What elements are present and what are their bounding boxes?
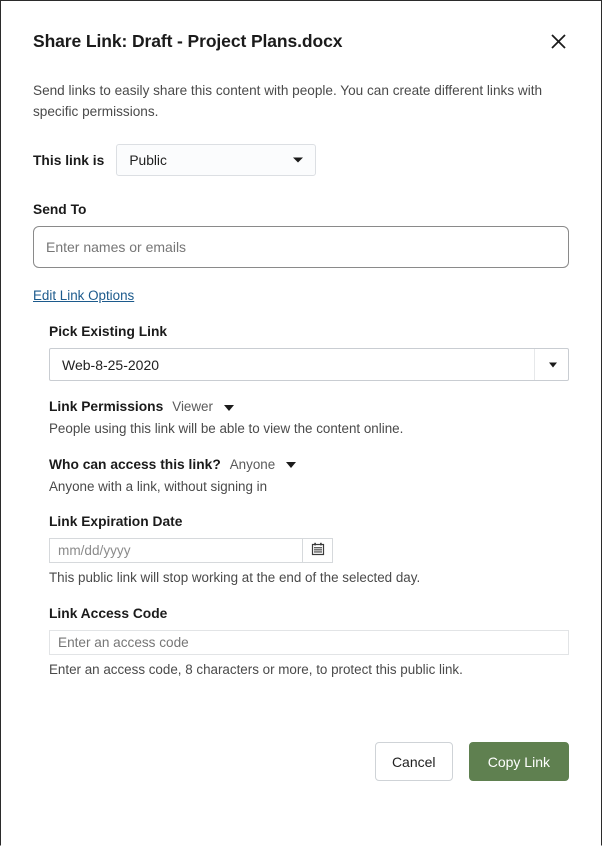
link-access-group: Who can access this link? Anyone Anyone … [49,457,569,496]
chevron-down-icon [224,405,234,411]
edit-link-options-link[interactable]: Edit Link Options [33,288,134,303]
send-to-input[interactable] [33,226,569,268]
close-button[interactable] [545,28,571,54]
link-permissions-row: Link Permissions Viewer [49,399,569,414]
dialog-header: Share Link: Draft - Project Plans.docx [33,1,569,54]
chevron-down-icon [549,362,557,367]
link-access-description: Anyone with a link, without signing in [49,477,569,496]
cancel-button[interactable]: Cancel [375,742,453,781]
link-permissions-value[interactable]: Viewer [172,399,213,414]
chevron-down-icon [293,158,303,163]
calendar-icon [311,542,325,559]
link-visibility-row: This link is Public [33,144,569,176]
link-visibility-select[interactable]: Public [116,144,316,176]
link-access-value[interactable]: Anyone [230,457,275,472]
link-permissions-group: Link Permissions Viewer People using thi… [49,399,569,438]
link-access-code-input[interactable] [49,630,569,655]
link-access-code-label: Link Access Code [49,606,569,621]
link-permissions-description: People using this link will be able to v… [49,419,569,438]
link-access-code-description: Enter an access code, 8 characters or mo… [49,660,569,679]
link-access-row: Who can access this link? Anyone [49,457,569,472]
link-expiration-label: Link Expiration Date [49,514,569,529]
link-access-dropdown-toggle[interactable] [286,458,298,470]
link-expiration-group: Link Expiration Date [49,514,569,587]
link-options-panel: Pick Existing Link Web-8-25-2020 Link Pe… [49,324,569,679]
dialog-description: Send links to easily share this content … [33,81,569,122]
link-permissions-label: Link Permissions [49,399,163,414]
link-access-code-group: Link Access Code Enter an access code, 8… [49,606,569,679]
link-expiration-row [49,538,569,563]
link-expiration-input[interactable] [49,538,302,563]
pick-existing-link-select[interactable]: Web-8-25-2020 [49,348,569,381]
page-title: Share Link: Draft - Project Plans.docx [33,31,342,52]
link-expiration-description: This public link will stop working at th… [49,568,569,587]
link-permissions-dropdown-toggle[interactable] [224,401,236,413]
dialog-footer: Cancel Copy Link [33,742,569,781]
link-access-label: Who can access this link? [49,457,221,472]
select-divider [534,349,535,380]
pick-existing-link-label: Pick Existing Link [49,324,569,339]
share-link-dialog: Share Link: Draft - Project Plans.docx S… [0,0,602,846]
calendar-picker-button[interactable] [302,538,333,563]
pick-existing-link-value: Web-8-25-2020 [62,357,159,373]
copy-link-button[interactable]: Copy Link [469,742,569,781]
chevron-down-icon [286,462,296,468]
link-visibility-label: This link is [33,153,104,168]
link-visibility-value: Public [129,153,167,168]
send-to-label: Send To [33,202,569,217]
close-icon [550,33,567,50]
